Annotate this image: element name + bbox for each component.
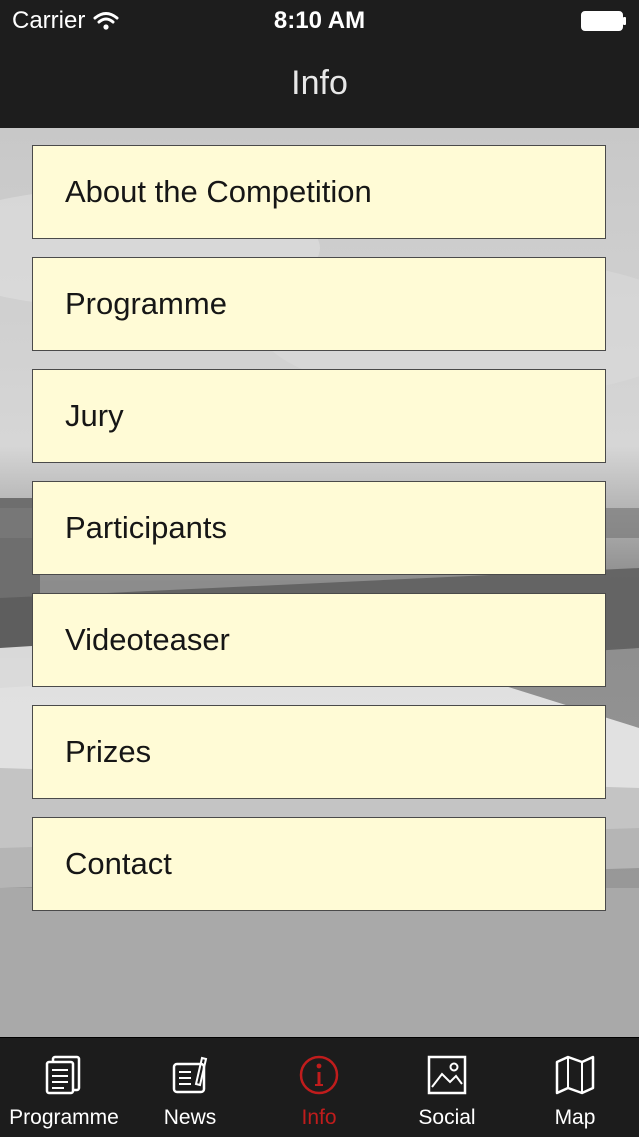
tab-bar: Programme News Info Social Map <box>0 1037 639 1137</box>
document-list-icon <box>45 1055 81 1095</box>
menu-item-programme[interactable]: Programme <box>32 257 606 351</box>
menu-item-participants[interactable]: Participants <box>32 481 606 575</box>
menu-item-label: Programme <box>65 286 227 321</box>
menu-item-label: Jury <box>65 398 124 433</box>
menu-item-about[interactable]: About the Competition <box>32 145 606 239</box>
info-content: About the Competition Programme Jury Par… <box>0 128 639 1037</box>
top-bar: Carrier 8:10 AM Info <box>0 0 639 128</box>
tab-info[interactable]: Info <box>255 1038 383 1137</box>
menu-item-label: Videoteaser <box>65 622 230 657</box>
info-icon <box>299 1055 339 1095</box>
menu-item-label: Prizes <box>65 734 152 769</box>
menu-item-label: About the Competition <box>65 174 372 209</box>
menu-item-prizes[interactable]: Prizes <box>32 705 606 799</box>
newspaper-icon <box>172 1056 208 1094</box>
tab-label: Info <box>301 1106 337 1129</box>
menu-item-jury[interactable]: Jury <box>32 369 606 463</box>
tab-label: Map <box>554 1106 596 1129</box>
map-icon <box>555 1055 595 1095</box>
tab-programme[interactable]: Programme <box>0 1038 128 1137</box>
menu-item-videoteaser[interactable]: Videoteaser <box>32 593 606 687</box>
tab-label: News <box>163 1106 217 1129</box>
tab-label: Programme <box>9 1106 119 1129</box>
tab-map[interactable]: Map <box>511 1038 639 1137</box>
menu-item-contact[interactable]: Contact <box>32 817 606 911</box>
tab-social[interactable]: Social <box>383 1038 511 1137</box>
picture-icon <box>427 1055 467 1095</box>
page-title: Info <box>291 64 348 102</box>
menu-item-label: Participants <box>65 510 227 545</box>
status-time: 8:10 AM <box>273 7 366 34</box>
tab-label: Social <box>418 1106 476 1129</box>
tab-news[interactable]: News <box>126 1038 254 1137</box>
menu-item-label: Contact <box>65 846 172 881</box>
battery-icon <box>581 11 626 31</box>
